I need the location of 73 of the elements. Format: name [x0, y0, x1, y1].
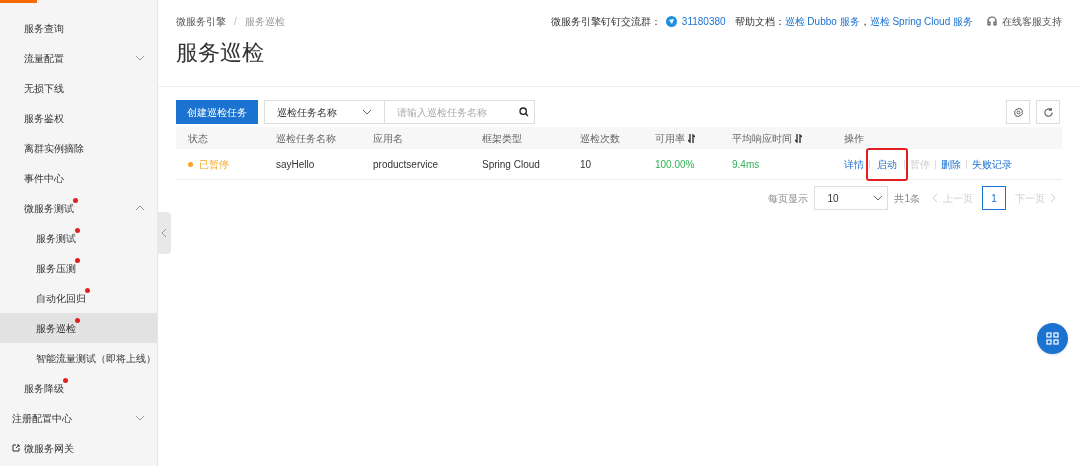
settings-button[interactable]: [1006, 100, 1030, 124]
column-header: 应用名: [373, 131, 403, 146]
comma-separator: ，: [859, 14, 870, 29]
sidebar-item[interactable]: 事件中心: [0, 163, 157, 193]
column-header: 状态: [188, 131, 208, 146]
page-size-select[interactable]: 10: [814, 186, 889, 210]
table-cell: 10: [580, 158, 592, 170]
docs-link[interactable]: 巡检 Spring Cloud 服务: [869, 13, 973, 29]
action-link[interactable]: 失败记录: [972, 156, 1012, 172]
sidebar-link[interactable]: 微服务网关: [0, 433, 157, 463]
chevron-down-icon: [873, 195, 884, 201]
action-link[interactable]: 删除: [941, 156, 961, 172]
create-button[interactable]: 创建巡检任务: [176, 100, 258, 124]
page-size-label: 每页显示: [768, 191, 809, 206]
sidebar-item[interactable]: 自动化回归: [0, 283, 157, 313]
sidebar-item[interactable]: 微服务测试: [0, 193, 157, 223]
sort-icon[interactable]: [795, 133, 802, 143]
table-cell: 100.00%: [655, 158, 695, 170]
sidebar-item[interactable]: 智能流量测试（即将上线）: [0, 343, 157, 373]
column-header: 巡检任务名称: [276, 131, 336, 146]
chat-icon: [665, 15, 677, 27]
refresh-icon: [1042, 106, 1054, 118]
headset-icon: [986, 15, 998, 27]
sidebar-item[interactable]: 服务测试: [0, 223, 157, 253]
action-link[interactable]: 启动: [877, 158, 897, 170]
breadcrumb-separator: /: [234, 14, 237, 29]
external-link-icon: [12, 444, 20, 452]
apps-button[interactable]: [1037, 323, 1068, 354]
search-field[interactable]: 请输入巡检任务名称: [385, 100, 535, 124]
column-header: 平均响应时间: [732, 131, 792, 146]
filter-dropdown[interactable]: 巡检任务名称: [264, 100, 385, 124]
sort-icon[interactable]: [688, 133, 695, 143]
sidebar-item[interactable]: 无损下线: [0, 73, 157, 103]
sidebar-item[interactable]: 流量配置: [0, 43, 157, 73]
chevron-right-icon: [1050, 193, 1056, 203]
column-header: 巡检次数: [580, 131, 620, 146]
collapse-handle[interactable]: [157, 212, 171, 254]
column-header: 可用率: [655, 131, 685, 146]
sidebar-item[interactable]: 服务降级: [0, 373, 157, 403]
refresh-button[interactable]: [1036, 100, 1060, 124]
chevron-down-icon: [135, 55, 145, 61]
group-label: 微服务引擎钉钉交流群：: [550, 14, 661, 29]
table-cell: sayHello: [276, 158, 315, 170]
grid-icon: [1046, 332, 1059, 345]
chevron-down-icon: [362, 109, 372, 115]
support-link[interactable]: 在线客服支持: [1002, 13, 1062, 29]
breadcrumb-item[interactable]: 微服务引擎: [176, 13, 226, 29]
settings-icon: [1012, 106, 1024, 118]
sidebar-item[interactable]: 服务压测: [0, 253, 157, 283]
chevron-up-icon: [135, 205, 145, 211]
page-button[interactable]: 1: [982, 186, 1006, 210]
action-link[interactable]: 详情: [844, 156, 864, 172]
sidebar-item[interactable]: 离群实例摘除: [0, 133, 157, 163]
sidebar-group[interactable]: 注册配置中心: [0, 403, 157, 433]
sidebar-item[interactable]: 服务查询: [0, 13, 157, 43]
column-header: 框架类型: [482, 131, 522, 146]
docs-label: 帮助文档：: [734, 14, 785, 29]
sidebar-item[interactable]: 服务鉴权: [0, 103, 157, 133]
status-text: 已暂停: [199, 157, 229, 172]
chevron-down-icon: [135, 415, 145, 421]
chevron-left-icon: [161, 228, 167, 238]
search-icon: [519, 107, 529, 117]
table-cell: 9.4ms: [732, 158, 760, 170]
sidebar-item[interactable]: 服务巡检: [0, 313, 157, 343]
group-number-link[interactable]: 31180380: [681, 13, 726, 29]
page-title: 服务巡检: [175, 42, 265, 64]
table-cell: productservice: [373, 158, 439, 170]
breadcrumb-item: 服务巡检: [244, 14, 285, 29]
chevron-left-icon: [932, 193, 938, 203]
column-header: 操作: [844, 131, 864, 146]
docs-link[interactable]: 巡检 Dubbo 服务: [784, 13, 860, 29]
total-count: 共1条: [894, 191, 920, 206]
table-cell: Spring Cloud: [482, 158, 540, 170]
